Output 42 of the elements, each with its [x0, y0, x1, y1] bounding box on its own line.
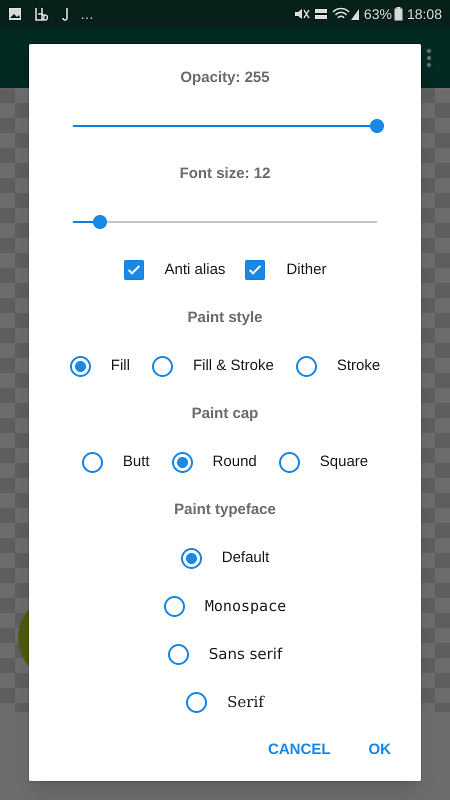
option-label: Stroke	[336, 356, 380, 376]
checkbox[interactable]	[245, 260, 266, 280]
overflow-indicator: …	[80, 4, 94, 24]
section-title: Font size: 12	[180, 164, 270, 184]
radio-button[interactable]	[70, 356, 91, 376]
signal-icon	[350, 7, 360, 21]
radio-button[interactable]	[180, 548, 202, 568]
option-label: Fill & Stroke	[192, 356, 274, 376]
radio-button[interactable]	[82, 452, 103, 472]
option-label: Square	[320, 452, 368, 472]
option-label: Serif	[227, 692, 264, 713]
dialog-button[interactable]: CANCEL	[258, 730, 340, 770]
radio-button[interactable]	[296, 356, 317, 376]
section-title: Paint style	[187, 308, 263, 328]
more-icon[interactable]	[426, 48, 432, 68]
section-title: Opacity: 255	[180, 68, 270, 88]
option-label: Butt	[122, 452, 150, 472]
option-label: Sans serif	[208, 644, 282, 665]
option-label: Monospace	[204, 596, 286, 617]
radio-button[interactable]	[186, 692, 208, 712]
app-icon	[34, 7, 48, 21]
battery-icon	[394, 7, 403, 21]
radio-button[interactable]	[172, 452, 193, 472]
radio-button[interactable]	[152, 356, 173, 376]
radio-button[interactable]	[168, 644, 189, 664]
section-title: Paint typeface	[174, 500, 276, 520]
checkbox[interactable]	[124, 260, 144, 280]
section-title: Paint cap	[192, 404, 258, 424]
wifi-icon	[332, 7, 350, 21]
option-label: Round	[212, 452, 257, 472]
music-note-icon	[62, 7, 70, 21]
radio-button[interactable]	[278, 452, 300, 472]
battery-percent: 63%	[364, 4, 392, 24]
option-label: Default	[222, 548, 270, 568]
checkbox-label: Dither	[286, 260, 326, 280]
dialog-button[interactable]: OK	[358, 730, 401, 770]
mute-icon	[294, 7, 310, 21]
clock: 18:08	[406, 4, 442, 24]
option-label: Fill	[110, 356, 130, 376]
radio-button[interactable]	[164, 596, 185, 616]
checkbox-label: Anti alias	[164, 260, 226, 280]
image-icon	[8, 7, 22, 21]
